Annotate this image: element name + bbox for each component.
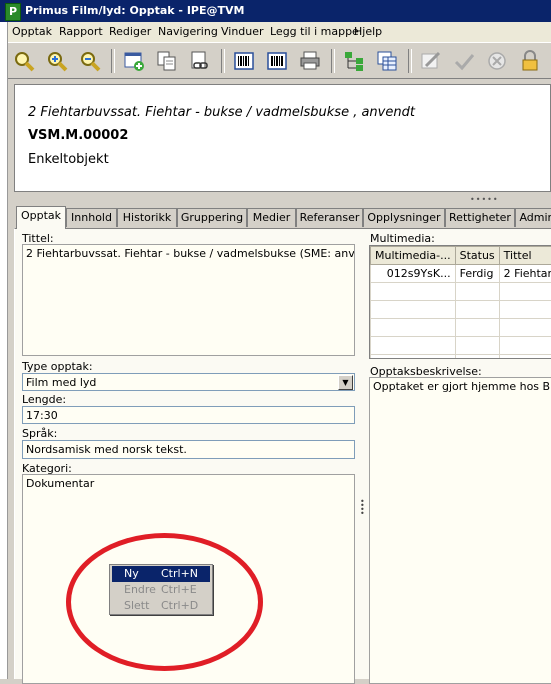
lock-icon[interactable] [516,47,544,75]
app-icon: P [5,3,21,21]
tab-admin[interactable]: Admin [515,208,551,227]
opptaksbeskrivelse-value: Opptaket er gjort hjemme hos Birg [373,380,551,393]
menu-bar: Opptak Rapport Rediger Navigering Vindue… [8,22,551,42]
type-opptak-label: Type opptak: [22,360,93,373]
table-cell: Ferdig [455,265,499,283]
tab-historikk[interactable]: Historikk [117,208,177,227]
copy-icon[interactable] [153,47,181,75]
menu-vinduer[interactable]: Vinduer [221,25,264,38]
record-header: 2 Fiehtarbuvssat. Fiehtar - bukse / vadm… [14,84,551,192]
tab-opplysninger[interactable]: Opplysninger [363,208,445,227]
search-minus-icon[interactable] [76,47,104,75]
column-header-status[interactable]: Status [455,247,499,265]
type-opptak-value: Film med lyd [26,376,96,389]
toolbar-separator [408,49,412,73]
menu-rapport[interactable]: Rapport [59,25,103,38]
splitter-grip[interactable]: ••••• [470,198,490,202]
kategori-value[interactable]: Dokumentar [26,477,94,490]
toolbar-separator [331,49,335,73]
tab-medier[interactable]: Medier [247,208,296,227]
column-header-multimedia[interactable]: Multimedia-... [371,247,456,265]
table-cell: 012s9YsK... [371,265,456,283]
barcode-icon[interactable] [230,47,258,75]
menu-hjelp[interactable]: Hjelp [354,25,382,38]
sprak-value: Nordsamisk med norsk tekst. [26,443,187,456]
table-row[interactable]: 012s9YsK... Ferdig 2 Fiehtarb [371,265,551,283]
column-header-tittel[interactable]: Tittel [499,247,551,265]
link-icon[interactable] [186,47,214,75]
tittel-textarea[interactable]: 2 Fiehtarbuvssat. Fiehtar - bukse / vadm… [22,244,355,356]
opptaksbeskrivelse-textarea[interactable]: Opptaket er gjort hjemme hos Birg [369,377,551,684]
chevron-down-icon[interactable]: ▼ [338,375,353,390]
sprak-field[interactable]: Nordsamisk med norsk tekst. [22,440,355,459]
menu-legg-til-i-mappe[interactable]: Legg til i mappe [270,25,359,38]
print-icon[interactable] [296,47,324,75]
window-title: Primus Film/lyd: Opptak - IPE@TVM [25,4,244,17]
toolbar-separator [221,49,225,73]
tree-icon[interactable] [340,47,368,75]
toolbar-separator [111,49,115,73]
tab-bar: Opptak Innhold Historikk Gruppering Medi… [14,206,551,228]
search-icon[interactable] [10,47,38,75]
tab-innhold[interactable]: Innhold [66,208,117,227]
title-bar: P Primus Film/lyd: Opptak - IPE@TVM [0,0,551,22]
new-record-icon[interactable] [120,47,148,75]
tittel-value: 2 Fiehtarbuvssat. Fiehtar - bukse / vadm… [26,247,355,260]
toolbar [8,42,551,79]
lengde-value: 17:30 [26,409,58,422]
cancel-icon[interactable] [483,47,511,75]
record-identifier: VSM.M.00002 [28,128,128,143]
search-plus-icon[interactable] [43,47,71,75]
vertical-splitter-grip[interactable]: •••• [360,500,364,518]
table-row-empty [371,319,551,337]
table-cell: 2 Fiehtarb [499,265,551,283]
sprak-label: Språk: [22,427,57,440]
multimedia-table: Multimedia-... Status Tittel 012s9YsK...… [370,246,551,359]
lengde-field[interactable]: 17:30 [22,406,355,424]
edit-icon[interactable] [417,47,445,75]
tab-opptak[interactable]: Opptak [16,206,66,229]
lengde-label: Lengde: [22,393,66,406]
annotation-ellipse [66,533,263,671]
tab-gruppering[interactable]: Gruppering [177,208,247,227]
tab-referanser[interactable]: Referanser [296,208,363,227]
table-row-empty [371,337,551,355]
check-icon[interactable] [450,47,478,75]
window-grid-icon[interactable] [373,47,401,75]
multimedia-grid[interactable]: Multimedia-... Status Tittel 012s9YsK...… [369,245,551,359]
menu-rediger[interactable]: Rediger [109,25,151,38]
table-row-empty [371,355,551,360]
table-row-empty [371,283,551,301]
menu-navigering[interactable]: Navigering [158,25,218,38]
table-row-empty [371,301,551,319]
barcode-list-icon[interactable] [263,47,291,75]
multimedia-label: Multimedia: [370,232,435,245]
tab-rettigheter[interactable]: Rettigheter [445,208,515,227]
record-title-line: 2 Fiehtarbuvssat. Fiehtar - bukse / vadm… [28,105,415,120]
left-window-strip [0,0,8,679]
menu-opptak[interactable]: Opptak [12,25,52,38]
record-type: Enkeltobjekt [28,152,109,167]
type-opptak-select[interactable]: Film med lyd ▼ [22,373,355,391]
